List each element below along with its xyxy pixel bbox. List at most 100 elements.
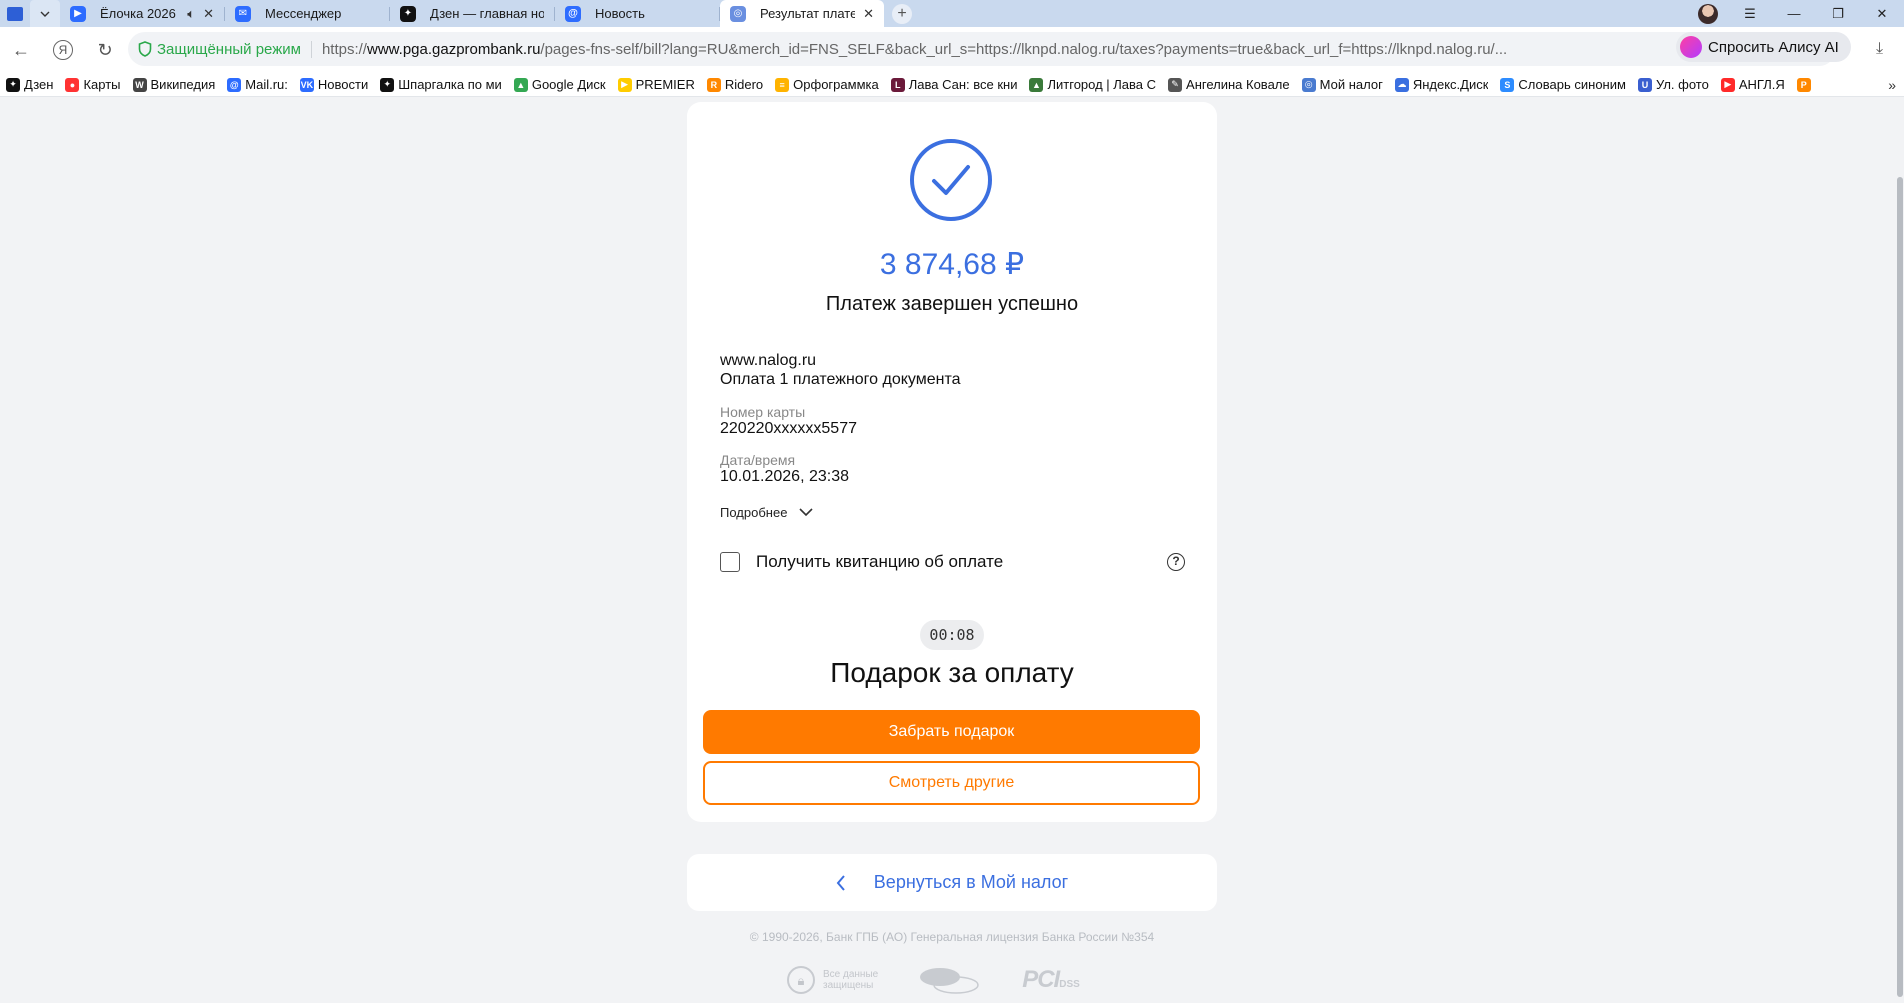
bookmark-item[interactable]: R Ridero [706, 77, 763, 92]
bookmark-label: Словарь синоним [1518, 77, 1626, 92]
security-badges: 🔒︎ Все данные защищены PCIDSS [787, 965, 1080, 995]
tab-1[interactable]: ✉ Мессенджер [225, 0, 389, 27]
alice-icon [1680, 36, 1702, 58]
tab-4[interactable]: ◎ Результат платежа ✕ [720, 0, 884, 27]
back-link-label: Вернуться в Мой налог [873, 872, 1069, 892]
bookmark-item[interactable]: ● Карты [65, 77, 121, 92]
bookmark-favicon-icon: ≡ [775, 77, 790, 92]
tab-0[interactable]: ▶ Ёлочка 2026 🔈︎ ✕ [60, 0, 224, 27]
tab-audio-icon[interactable]: 🔈︎ [187, 6, 195, 22]
bookmark-favicon-icon: ✎ [1168, 77, 1183, 92]
tab-favicon-icon: ✦ [400, 5, 416, 22]
tab-close-button[interactable]: ✕ [203, 6, 214, 22]
gift-timer: 00:08 [920, 620, 984, 650]
bookmark-favicon-icon: ✦ [6, 77, 20, 92]
bookmark-label: Mail.ru: [245, 77, 288, 92]
bookmark-item[interactable]: ▲ Литгород | Лава С [1029, 77, 1156, 92]
ask-alice-label: Спросить Алису AI [1708, 38, 1839, 56]
sidebar-icon [7, 6, 23, 21]
yandex-button[interactable]: Я [42, 27, 84, 73]
minimize-button[interactable]: — [1772, 6, 1816, 21]
bookmark-favicon-icon: ● [65, 77, 80, 92]
payment-result-card: 3 874,68 ₽ Платеж завершен успешно www.n… [687, 102, 1217, 822]
receipt-row: Получить квитанцию об оплате ? [720, 549, 1185, 575]
address-bar[interactable]: Защищённый режим https://www.pga.gazprom… [128, 32, 1836, 66]
bookmark-label: Мой налог [1319, 77, 1383, 92]
bookmark-item[interactable]: S Словарь синоним [1500, 77, 1626, 92]
bookmark-item[interactable]: W Википедия [132, 77, 215, 92]
tab-favicon-icon: ▶ [70, 5, 86, 22]
bookmark-item[interactable]: L Лава Сан: все кни [890, 77, 1018, 92]
bookmark-item[interactable]: P [1796, 77, 1815, 92]
bookmark-label: АНГЛ.Я [1738, 77, 1785, 92]
menu-button[interactable]: ☰ [1728, 6, 1772, 22]
bookmark-label: Яндекс.Диск [1412, 77, 1489, 92]
bookmark-item[interactable]: VK Новости [299, 77, 368, 92]
back-button[interactable]: ← [0, 27, 42, 73]
payment-amount: 3 874,68 ₽ [879, 248, 1025, 281]
tab-close-button[interactable]: ✕ [863, 6, 874, 22]
bookmark-favicon-icon: ▲ [1029, 77, 1044, 92]
bookmarks-more-button[interactable]: » [1888, 77, 1896, 93]
tab-title: Ёлочка 2026 [100, 6, 176, 21]
data-protected-badge: 🔒︎ Все данные защищены [787, 966, 878, 994]
help-icon[interactable]: ? [1167, 553, 1185, 571]
datetime-label: Дата/время [720, 452, 796, 468]
url-text[interactable]: https://www.pga.gazprombank.ru/pages-fns… [310, 40, 1521, 58]
back-to-my-tax-link[interactable]: Вернуться в Мой налог [687, 854, 1217, 911]
bookmark-favicon-icon: ✦ [380, 77, 395, 92]
bookmark-favicon-icon: R [706, 77, 721, 92]
new-tab-button[interactable]: + [892, 3, 912, 24]
window-controls: ☰ — ❐ ✕ [1698, 0, 1904, 27]
tab-favicon-icon: @ [565, 5, 581, 22]
bookmark-favicon-icon: L [890, 77, 905, 92]
tab-2[interactable]: ✦ Дзен — главная новостна [390, 0, 554, 27]
bookmark-item[interactable]: ✦ Дзен [6, 77, 53, 92]
download-icon[interactable]: ⤓ [1876, 40, 1883, 58]
claim-gift-button[interactable]: Забрать подарок [703, 710, 1200, 754]
bookmark-item[interactable]: ✦ Шпаргалка по ми [380, 77, 502, 92]
gift-title: Подарок за оплату [830, 657, 1074, 688]
details-toggle[interactable]: Подробнее [720, 505, 813, 520]
bookmark-item[interactable]: ▲ Google Диск [513, 77, 606, 92]
tab-3[interactable]: @ Новость [555, 0, 719, 27]
bookmark-label: PREMIER [635, 77, 695, 92]
bookmark-item[interactable]: ▶ PREMIER [617, 77, 695, 92]
view-other-gifts-button[interactable]: Смотреть другие [703, 761, 1200, 805]
bookmark-label: Литгород | Лава С [1047, 77, 1157, 92]
address-row: ← Я ↻ Защищённый режим https://www.pga.g… [0, 27, 1904, 73]
bookmark-item[interactable]: ≡ Орфограммка [775, 77, 879, 92]
bookmark-item[interactable]: U Ул. фото [1637, 77, 1709, 92]
tab-title: Результат платежа [760, 6, 856, 21]
tab-title: Мессенджер [265, 6, 342, 21]
bookmark-item[interactable]: ☁ Яндекс.Диск [1394, 77, 1489, 92]
restore-button[interactable]: ❐ [1816, 6, 1860, 22]
chevron-left-icon [836, 874, 845, 891]
bookmark-label: Орфограммка [793, 77, 879, 92]
url-host: www.pga.gazprombank.ru [366, 40, 541, 58]
receipt-checkbox[interactable] [720, 552, 740, 572]
pci-dss-badge: PCIDSS [1022, 966, 1080, 993]
sidebar-toggle-button[interactable] [0, 0, 30, 27]
bookmark-label: Карты [83, 77, 121, 92]
bookmark-item[interactable]: ▶ АНГЛ.Я [1720, 77, 1785, 92]
bookmark-label: Лава Сан: все кни [908, 77, 1018, 92]
bookmark-item[interactable]: ✎ Ангелина Ковале [1168, 77, 1290, 92]
tabs-dropdown-button[interactable] [30, 0, 60, 27]
profile-avatar[interactable] [1698, 3, 1718, 24]
scrollbar-thumb[interactable] [1897, 177, 1903, 997]
ask-alice-button[interactable]: Спросить Алису AI [1676, 32, 1851, 62]
bookmark-favicon-icon: ◎ [1301, 77, 1316, 92]
reload-icon: ↻ [97, 39, 113, 60]
page-scrollbar[interactable] [1896, 97, 1904, 1003]
bookmark-label: Шпаргалка по ми [398, 77, 502, 92]
secure-mode-indicator[interactable]: Защищённый режим [138, 41, 301, 58]
payment-description: Оплата 1 платежного документа [720, 371, 961, 388]
bookmark-item[interactable]: ◎ Мой налог [1301, 77, 1383, 92]
reload-button[interactable]: ↻ [84, 27, 126, 73]
bookmark-favicon-icon: ▲ [513, 77, 528, 92]
close-window-button[interactable]: ✕ [1860, 6, 1904, 22]
bookmark-item[interactable]: @ Mail.ru: [227, 77, 288, 92]
receipt-label[interactable]: Получить квитанцию об оплате [756, 552, 1003, 572]
yandex-icon: Я [53, 40, 73, 60]
